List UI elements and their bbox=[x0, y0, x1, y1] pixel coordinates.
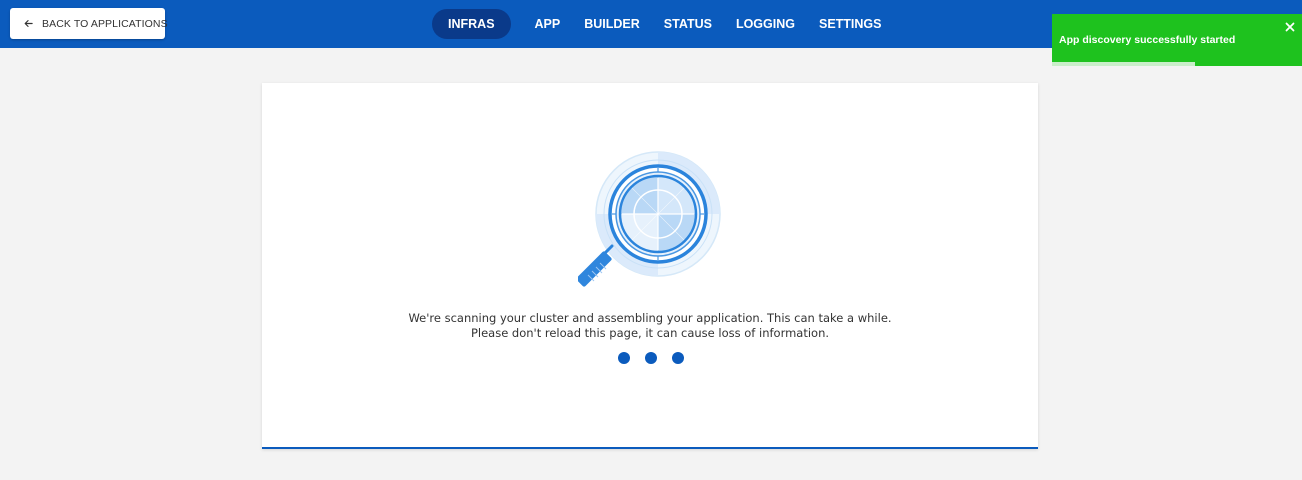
loading-indicator bbox=[618, 351, 684, 365]
magnifier-radar-icon bbox=[576, 151, 724, 299]
loading-dot bbox=[645, 352, 657, 364]
scanning-message: We're scanning your cluster and assembli… bbox=[262, 311, 1038, 341]
tab-builder[interactable]: BUILDER bbox=[572, 9, 652, 39]
tab-infras[interactable]: INFRAS bbox=[432, 9, 511, 39]
toast-progress-bar bbox=[1052, 62, 1195, 66]
arrow-left-icon bbox=[24, 19, 33, 28]
loading-dot bbox=[618, 352, 630, 364]
close-icon[interactable] bbox=[1284, 20, 1296, 32]
back-to-applications-button[interactable]: BACK TO APPLICATIONS bbox=[10, 8, 168, 39]
tab-app[interactable]: APP bbox=[523, 9, 573, 39]
toast-message: App discovery successfully started bbox=[1059, 34, 1236, 46]
main-nav: INFRAS APP BUILDER STATUS LOGGING SETTIN… bbox=[432, 9, 894, 39]
success-toast: App discovery successfully started bbox=[1052, 14, 1302, 66]
scanning-message-line1: We're scanning your cluster and assembli… bbox=[408, 311, 892, 325]
tab-status[interactable]: STATUS bbox=[652, 9, 724, 39]
tab-logging[interactable]: LOGGING bbox=[724, 9, 807, 39]
loading-dot bbox=[672, 352, 684, 364]
scanning-card: We're scanning your cluster and assembli… bbox=[262, 83, 1038, 449]
back-button-label: BACK TO APPLICATIONS bbox=[42, 17, 168, 30]
tab-settings[interactable]: SETTINGS bbox=[807, 9, 894, 39]
scanning-message-line2: Please don't reload this page, it can ca… bbox=[470, 326, 830, 340]
